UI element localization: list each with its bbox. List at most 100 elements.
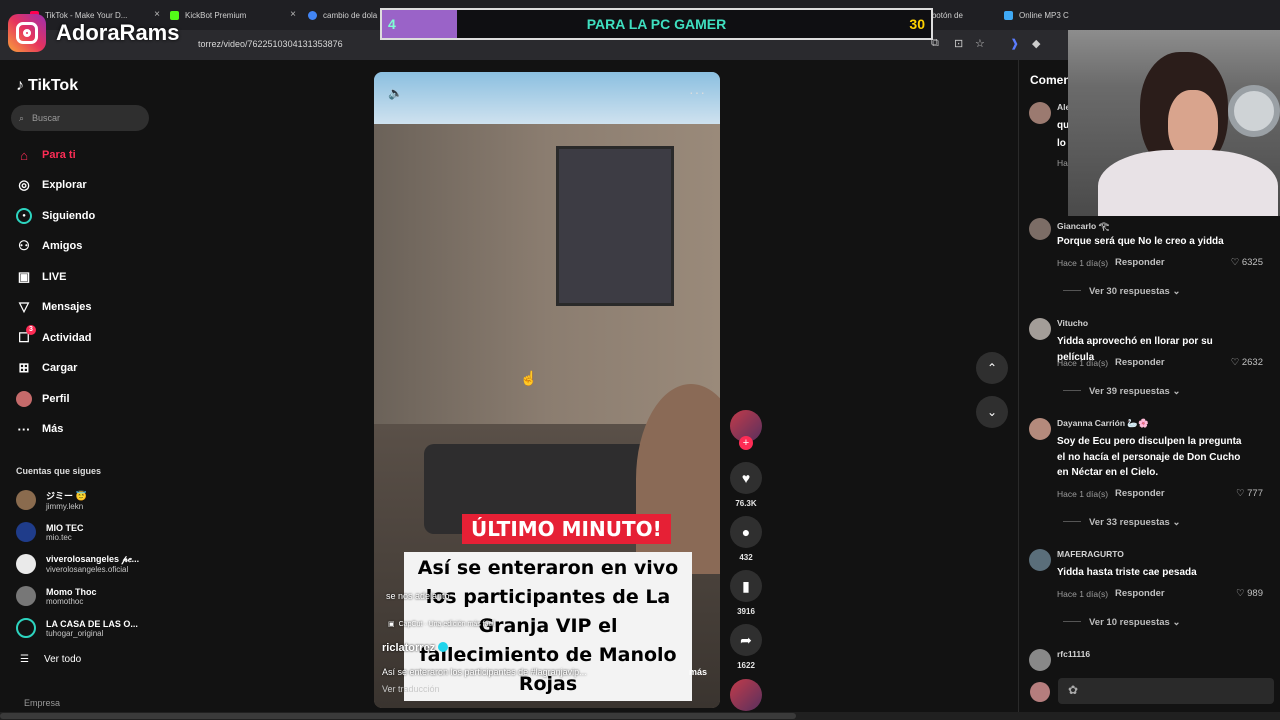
- nav-mensajes[interactable]: ▽ Mensajes: [16, 299, 92, 315]
- follow-plus-icon[interactable]: +: [739, 436, 753, 450]
- like-button[interactable]: ♥ 76.3K: [730, 462, 762, 508]
- followed-account[interactable]: LA CASA DE LAS O... tuhogar_original: [16, 618, 138, 638]
- nav-amigos[interactable]: ⚇ Amigos: [16, 238, 82, 254]
- microphone-icon: [1228, 85, 1280, 137]
- comment-button[interactable]: ● 432: [730, 516, 762, 562]
- avatar[interactable]: [1029, 549, 1051, 571]
- stream-goal-banner: 4 PARA LA PC GAMER 30: [380, 8, 933, 40]
- search-input[interactable]: ⌕ Buscar: [11, 105, 149, 131]
- comment-like-button[interactable]: ♡ 989: [1219, 588, 1263, 599]
- chevron-down-icon: ⌄: [986, 405, 998, 419]
- avatar: [16, 490, 36, 510]
- instagram-icon: [8, 14, 46, 52]
- nav-para-ti[interactable]: ⌂ Para ti: [16, 147, 76, 163]
- followed-account[interactable]: MIO TEC mio.tec: [16, 522, 84, 542]
- install-icon[interactable]: ⊡: [954, 37, 963, 50]
- scrollbar-thumb[interactable]: [0, 713, 796, 719]
- upload-icon: ⊞: [18, 360, 30, 375]
- following-accounts-title: Cuentas que sigues: [16, 466, 102, 476]
- comment-like-button[interactable]: ♡ 6325: [1219, 257, 1263, 268]
- nav-mas[interactable]: ··· Más: [16, 421, 64, 437]
- video-player[interactable]: 🔈 ··· ÚLTIMO MINUTO! Así se enteraron en…: [374, 72, 720, 708]
- google-favicon-icon: [308, 10, 317, 20]
- nav-cargar[interactable]: ⊞ Cargar: [16, 360, 78, 376]
- avatar[interactable]: [1029, 318, 1051, 340]
- compass-icon: ◎: [18, 177, 30, 192]
- avatar[interactable]: [1029, 418, 1051, 440]
- followed-account[interactable]: viverolosangeles 𝓅𝑒... viverolosangeles.o…: [16, 554, 139, 574]
- followed-account[interactable]: Momo Thoc momothoc: [16, 586, 97, 606]
- video-author[interactable]: riclatorrez: [382, 642, 449, 654]
- reply-button[interactable]: Responder: [1115, 257, 1165, 268]
- view-replies-button[interactable]: Ver 10 respuestas ⌄: [1063, 617, 1180, 628]
- description-more-button[interactable]: más: [689, 667, 707, 677]
- sidebar: ♪ TikTok ⌕ Buscar ⌂ Para ti ◎ Explorar ● Sigu…: [0, 60, 165, 720]
- nav-perfil[interactable]: Perfil: [16, 391, 70, 407]
- message-icon: ▽: [19, 299, 29, 314]
- tab-kickbot[interactable]: KickBot Premium ×: [170, 4, 296, 26]
- video-sticker-text: se nos adelanto: [386, 591, 450, 601]
- view-replies-button[interactable]: Ver 33 respuestas ⌄: [1063, 517, 1180, 528]
- emoji-icon[interactable]: ✿: [1068, 683, 1078, 697]
- comment-like-button[interactable]: ♡ 2632: [1219, 357, 1263, 368]
- video-sky: [374, 72, 720, 124]
- video-tv-screen: [556, 146, 674, 306]
- following-icon: ●: [16, 208, 32, 224]
- home-icon: ⌂: [20, 147, 28, 163]
- mute-icon[interactable]: 🔈: [388, 86, 403, 100]
- reply-button[interactable]: Responder: [1115, 488, 1165, 499]
- next-video-button[interactable]: ⌄: [976, 396, 1008, 428]
- sound-avatar[interactable]: [730, 679, 762, 711]
- reply-button[interactable]: Responder: [1115, 357, 1165, 368]
- footer-company-link[interactable]: Empresa: [24, 698, 60, 708]
- followed-account[interactable]: ジミー 😇 jimmy.lekn: [16, 489, 87, 511]
- tiktok-logo[interactable]: ♪ TikTok: [16, 77, 78, 95]
- tab-cambio[interactable]: cambio de dola: [308, 4, 380, 26]
- comment-icon: ●: [730, 516, 762, 548]
- see-all-button[interactable]: ☰ Ver todo: [20, 654, 81, 665]
- heart-icon: ♥: [730, 462, 762, 494]
- avatar[interactable]: [1029, 649, 1051, 671]
- nav-live[interactable]: ▣ LIVE: [16, 269, 67, 285]
- avatar[interactable]: [1029, 102, 1051, 124]
- previous-video-button[interactable]: ⌃: [976, 352, 1008, 384]
- video-options-icon[interactable]: ···: [689, 84, 706, 100]
- live-icon: ▣: [17, 269, 31, 284]
- view-replies-button[interactable]: Ver 39 respuestas ⌄: [1063, 386, 1180, 397]
- url-text[interactable]: torrez/video/7622510304131353876: [198, 39, 343, 49]
- mp3-favicon-icon: [1004, 10, 1013, 20]
- share-button[interactable]: ➦ 1622: [730, 624, 762, 670]
- avatar: [16, 554, 36, 574]
- nav-explorar[interactable]: ◎ Explorar: [16, 177, 86, 193]
- streamer-name: AdoraRams: [56, 20, 180, 45]
- more-icon: ···: [17, 421, 31, 437]
- nav-actividad[interactable]: ☐ 3 Actividad: [16, 325, 92, 346]
- bookmark-star-icon[interactable]: ☆: [975, 37, 985, 50]
- search-icon: ⌕: [19, 112, 25, 123]
- view-replies-button[interactable]: Ver 30 respuestas ⌄: [1063, 286, 1180, 297]
- comment-input[interactable]: [1058, 678, 1274, 704]
- mouse-cursor-icon: ☝: [520, 370, 538, 386]
- list-icon: ☰: [20, 654, 29, 665]
- extension2-icon[interactable]: ◆: [1032, 37, 1040, 50]
- capcut-icon: ▣: [388, 621, 395, 628]
- reply-button[interactable]: Responder: [1115, 588, 1165, 599]
- tiktok-note-icon: ♪: [16, 77, 24, 94]
- profile-icon: [16, 391, 32, 407]
- video-description: Así se enteraron los participantes de #l…: [382, 667, 587, 677]
- avatar[interactable]: [1029, 218, 1051, 240]
- capcut-label[interactable]: ▣ CapCut · Una edición más fácil: [388, 620, 495, 629]
- avatar: [16, 618, 36, 638]
- tab-mp3[interactable]: Online MP3 C: [1004, 4, 1080, 26]
- close-tab-icon[interactable]: ×: [290, 9, 296, 20]
- comment-like-button[interactable]: ♡ 777: [1219, 488, 1263, 499]
- translate-button[interactable]: Ver traducción: [382, 684, 440, 694]
- chevron-up-icon: ⌃: [986, 361, 998, 375]
- save-button[interactable]: ▮ 3916: [730, 570, 762, 616]
- bookmark-icon: ▮: [730, 570, 762, 602]
- avatar: [16, 522, 36, 542]
- nav-siguiendo[interactable]: ● Siguiendo: [16, 208, 95, 224]
- webcam-overlay: [1068, 30, 1280, 216]
- extension-icon[interactable]: ❱: [1010, 37, 1019, 50]
- friends-icon: ⚇: [18, 238, 30, 253]
